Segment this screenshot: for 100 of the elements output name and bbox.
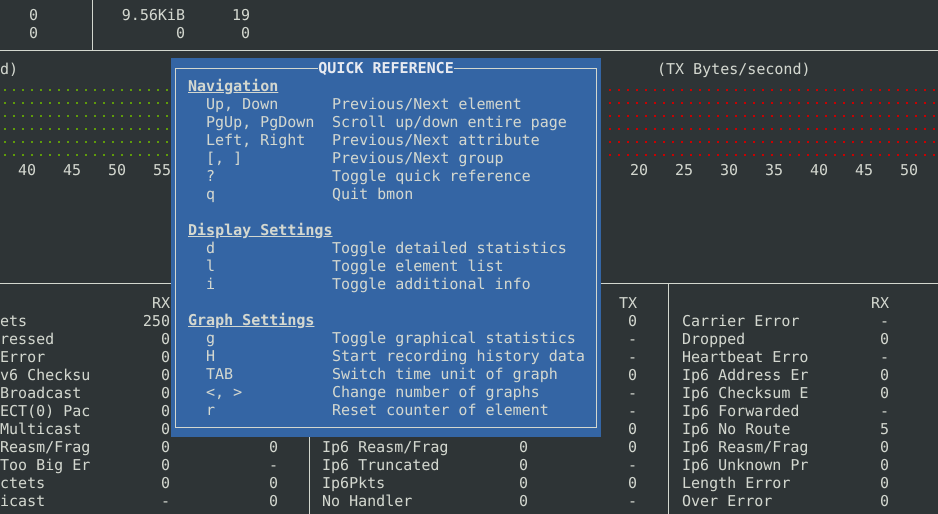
stat-value: - (628, 456, 637, 474)
stat-value: 5 (880, 420, 889, 438)
stat-label: Ip6 Unknown Pr (682, 456, 808, 474)
shortcut-description: Previous/Next group (332, 149, 504, 167)
table-cell: 0 (240, 24, 250, 42)
stat-value: 0 (160, 348, 170, 366)
stat-label: No Handler (322, 492, 412, 510)
stat-value: 0 (268, 438, 278, 456)
shortcut-description: Previous/Next attribute (332, 131, 540, 149)
stat-label: Ip6Pkts (322, 474, 386, 492)
axis-tick-label: 40 (18, 161, 36, 179)
column-header: RX (152, 294, 170, 312)
stat-value: 250 (142, 312, 170, 330)
stat-value: 0 (518, 456, 528, 474)
stat-value: 0 (160, 420, 170, 438)
shortcut-description: Toggle detailed statistics (332, 239, 567, 257)
shortcut-key: d (206, 239, 216, 257)
axis-tick-label: 20 (630, 161, 648, 179)
stat-label: Carrier Error (682, 312, 800, 330)
section-heading: Display Settings (188, 221, 332, 239)
axis-tick-label: 45 (63, 161, 82, 179)
shortcut-description: Toggle quick reference (332, 167, 531, 185)
stat-label: Ip6 No Route (682, 420, 790, 438)
shortcut-description: Scroll up/down entire page (332, 113, 567, 131)
stat-value: - (160, 492, 170, 510)
stat-value: 0 (880, 456, 889, 474)
shortcut-key: <, > (206, 383, 242, 401)
shortcut-key: q (206, 185, 216, 203)
stat-value: - (628, 330, 637, 348)
column-header: TX (618, 294, 637, 312)
shortcut-description: Change number of graphs (332, 383, 540, 401)
graph-title: d) (0, 60, 18, 78)
shortcut-description: Quit bmon (332, 185, 414, 203)
stat-value: 0 (518, 438, 528, 456)
shortcut-key: ? (206, 167, 216, 185)
table-cell: 0 (28, 6, 38, 24)
stat-value: - (628, 492, 637, 510)
stat-value: 0 (160, 474, 170, 492)
stat-value: - (628, 348, 637, 366)
stat-label: Over Error (682, 492, 772, 510)
section-heading: Navigation (188, 77, 278, 95)
shortcut-key: PgUp, PgDown (206, 113, 314, 131)
stat-value: 0 (160, 402, 170, 420)
stat-value: 0 (160, 384, 170, 402)
stat-label: Ip6 Checksum E (682, 384, 808, 402)
stat-label: Too Big Er (0, 456, 90, 474)
dialog-title: QUICK REFERENCE (318, 59, 454, 77)
stat-label: Error (0, 348, 46, 366)
stat-value: 0 (518, 492, 528, 510)
stat-label: Heartbeat Erro (682, 348, 808, 366)
shortcut-description: Previous/Next element (332, 95, 522, 113)
shortcut-key: r (206, 401, 216, 419)
stat-label: ctets (0, 474, 46, 492)
stat-label: Ip6 Forwarded (682, 402, 800, 420)
stat-label: Ip6 Reasm/Frag (322, 438, 448, 456)
shortcut-description: Switch time unit of graph (332, 365, 558, 383)
axis-tick-label: 25 (675, 161, 694, 179)
stat-label: ets (0, 312, 28, 330)
stat-value: - (268, 456, 278, 474)
stat-label: Broadcast (0, 384, 82, 402)
shortcut-description: Start recording history data (332, 347, 585, 365)
shortcut-key: [, ] (206, 149, 242, 167)
stat-value: - (880, 402, 889, 420)
shortcut-description: Toggle graphical statistics (332, 329, 576, 347)
stat-value: 0 (160, 330, 170, 348)
stat-value: 0 (628, 366, 637, 384)
stat-value: 0 (160, 438, 170, 456)
shortcut-key: g (206, 329, 216, 347)
stat-value: - (628, 384, 637, 402)
stat-label: Ip6 Address Er (682, 366, 808, 384)
stat-label: Ip6 Reasm/Frag (682, 438, 808, 456)
stat-value: 0 (880, 438, 889, 456)
axis-tick-label: 30 (720, 161, 738, 179)
stat-value: 0 (628, 312, 637, 330)
stat-value: 0 (628, 420, 637, 438)
shortcut-key: H (206, 347, 216, 365)
stat-value: 0 (518, 474, 528, 492)
stat-label: Multicast (0, 420, 82, 438)
stat-value: 0 (268, 492, 278, 510)
axis-tick-label: 35 (765, 161, 784, 179)
axis-tick-label: 45 (855, 161, 874, 179)
stat-value: 0 (268, 474, 278, 492)
stat-label: ECT(0) Pac (0, 402, 90, 420)
shortcut-key: i (206, 275, 216, 293)
shortcut-key: l (206, 257, 216, 275)
graph-title: (TX Bytes/second) (657, 60, 811, 78)
stat-label: ressed (0, 330, 54, 348)
shortcut-description: Toggle element list (332, 257, 504, 275)
stat-label: icast (0, 492, 46, 510)
column-header: RX (870, 294, 889, 312)
section-heading: Graph Settings (188, 311, 314, 329)
stat-value: - (880, 312, 889, 330)
stat-value: 0 (628, 438, 637, 456)
stat-value: 0 (628, 474, 637, 492)
stat-value: 0 (880, 330, 889, 348)
stat-label: Dropped (682, 330, 746, 348)
table-cell: 0 (28, 24, 38, 42)
stat-label: Ip6 Truncated (322, 456, 440, 474)
stat-value: - (628, 402, 637, 420)
shortcut-description: Reset counter of element (332, 401, 549, 419)
